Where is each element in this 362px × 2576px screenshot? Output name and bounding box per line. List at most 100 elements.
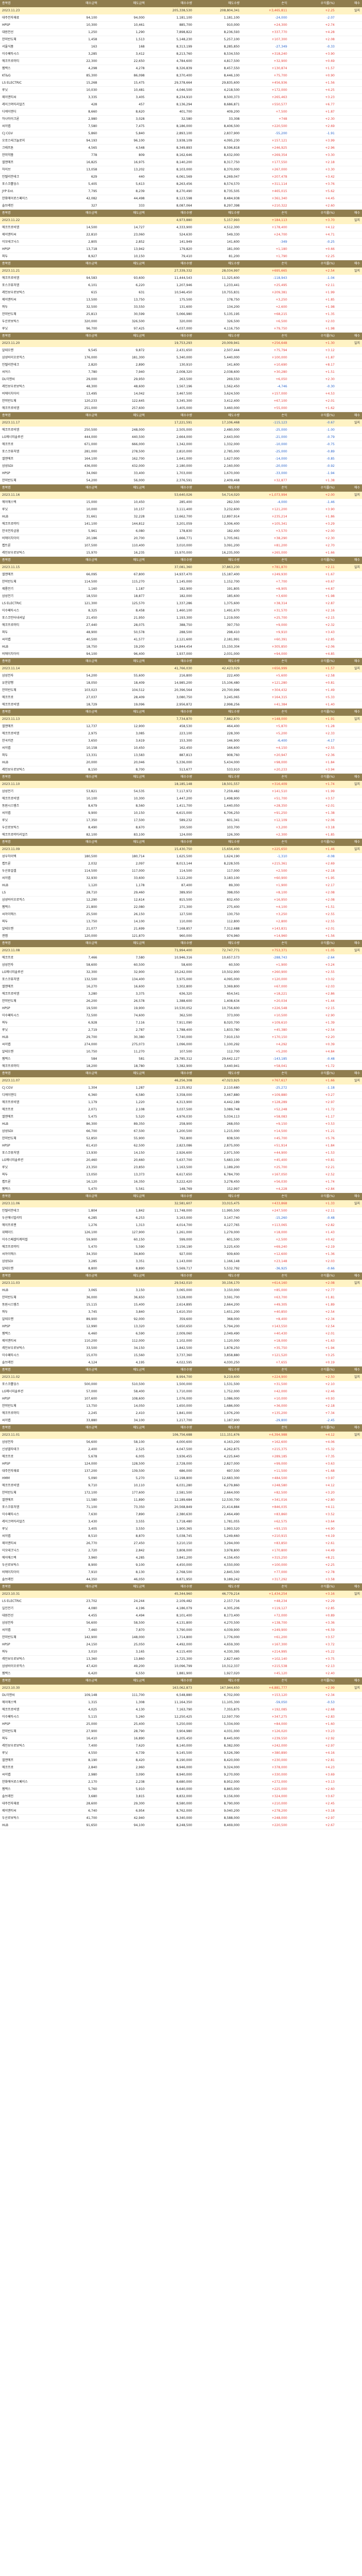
trade-row[interactable]: 대원전선 4,455 4,494 8,101,400 8,173,400 +72,000 +… bbox=[0, 1612, 362, 1620]
trade-row[interactable]: 레인보우로보틱스 7,400 7,620 8,140,000 8,382,000 +242… bbox=[0, 1742, 362, 1750]
trade-row[interactable]: 한국전자금융 5,961 6,080 178,830 182,400 +3,570 +2.0… bbox=[0, 528, 362, 535]
trade-row[interactable]: HPSP 19,500 19,900 10,530,052 10,756,600 +226… bbox=[0, 1005, 362, 1012]
trade-row[interactable]: 엘앤에프 5,475 5,520 4,976,030 5,034,113 +58,083 +… bbox=[0, 1113, 362, 1121]
day-summary-row[interactable]: 2023.11.09 15,430,750 15,656,400 +225,650 +1… bbox=[0, 846, 362, 853]
trade-row[interactable]: 에코프로 2,840 2,960 8,946,000 9,324,000 +378,000… bbox=[0, 1764, 362, 1771]
trade-row[interactable]: 파두 8,927 10,150 79,410 81,200 +1,790 +2.25 bbox=[0, 253, 362, 260]
trade-row[interactable]: 에코프로비엠 2,975 3,085 223,100 228,300 +5,200 +2.3… bbox=[0, 730, 362, 737]
day-summary-row[interactable]: 2023.11.08 71,994,400 72,747,771 +753,371 +1… bbox=[0, 947, 362, 954]
trade-row[interactable]: HPSP 25,000 25,400 5,250,000 5,334,000 +84,00… bbox=[0, 1721, 362, 1728]
trade-row[interactable]: 레인보우로보틱스 13,360 13,860 2,725,300 2,827,440 +1… bbox=[0, 1656, 362, 1663]
trade-row[interactable]: 한미반도체 27,900 28,790 3,904,980 4,031,000 +126,… bbox=[0, 1728, 362, 1735]
trade-row[interactable]: 이오테크닉스 2,720 2,842 3,808,000 3,978,800 +170,8… bbox=[0, 1547, 362, 1554]
trade-row[interactable]: 알테오젠 21,077 21,699 7,168,857 7,312,688 +143,8… bbox=[0, 925, 362, 933]
trade-row[interactable]: 하나마이크론 2,980 3,028 32,580 33,308 +748 +2.30 bbox=[0, 116, 362, 123]
trade-row[interactable]: 레인보우로보틱스 48,300 48,600 1,567,196 1,562,450 -4… bbox=[0, 383, 362, 390]
journal-link[interactable]: 일지 bbox=[337, 947, 362, 954]
trade-row[interactable]: 제이앤티씨 110,200 112,000 1,102,000 1,120,000 +18… bbox=[0, 1338, 362, 1345]
trade-row[interactable]: 이수페타시스 15,070 15,560 3,737,360 3,858,880 +121… bbox=[0, 1352, 362, 1359]
trade-row[interactable]: HPSP 124,000 128,500 2,728,000 2,827,000 +99,… bbox=[0, 1460, 362, 1468]
trade-row[interactable]: 에코프로 5,678 6,005 3,936,455 4,225,640 +289,185… bbox=[0, 1453, 362, 1460]
trade-row[interactable]: 씨이랩 2,980 3,090 8,940,000 9,270,000 +330,000 +… bbox=[0, 1771, 362, 1779]
trade-row[interactable]: 포스코퓨처엠 13,930 14,150 2,926,600 2,971,500 +44,… bbox=[0, 1150, 362, 1157]
trade-row[interactable]: 펩트론 16,120 16,350 3,222,420 3,278,450 +56,030… bbox=[0, 1179, 362, 1186]
trade-row[interactable]: 이수페타시스 8,325 8,458 1,460,100 1,491,670 +31,57… bbox=[0, 607, 362, 615]
day-summary-row[interactable]: 2023.11.23 205,338,530 208,804,341 +3,465,8… bbox=[0, 7, 362, 14]
trade-row[interactable]: 알테오젠 10,750 11,270 107,500 112,700 +5,200 +4.8… bbox=[0, 1048, 362, 1056]
trade-row[interactable]: 루닛 10,000 10,157 3,111,400 3,232,600 +121,200… bbox=[0, 506, 362, 513]
trade-row[interactable]: 이수페타시스 3,285 3,412 8,213,760 8,534,550 +318,2… bbox=[0, 51, 362, 58]
trade-row[interactable]: 성우하이텍 180,500 180,714 1,625,500 1,624,190 -1,… bbox=[0, 853, 362, 860]
trade-row[interactable]: 동원시스템즈 8,679 8,560 1,411,700 1,440,050 +28,35… bbox=[0, 803, 362, 810]
trade-row[interactable]: 엘앤에프 16,825 16,975 8,140,200 8,317,750 +177,5… bbox=[0, 159, 362, 166]
trade-row[interactable]: 한미반도체 142,900 148,000 1,714,800 1,776,000 +61… bbox=[0, 1634, 362, 1641]
day-summary-row[interactable]: 2023.11.13 7,734,870 7,882,870 +148,000 +1.9… bbox=[0, 716, 362, 723]
trade-row[interactable]: 한화에어로스페이스 42,082 44,498 8,123,598 8,484,938 +… bbox=[0, 195, 362, 202]
trade-row[interactable]: 에코프로 27,037 28,409 3,080,750 3,245,065 +164,3… bbox=[0, 694, 362, 701]
trade-row[interactable]: 젬백스 584 581 29,785,312 29,642,127 -143,185 -0.… bbox=[0, 1056, 362, 1063]
trade-row[interactable]: HPSP 10,300 10,461 885,700 910,000 +24,300 +2.… bbox=[0, 22, 362, 29]
journal-link[interactable]: 일지 bbox=[337, 564, 362, 571]
trade-row[interactable]: 오로스테크놀로지 94,193 96,100 3,938,109 4,095,230 +1… bbox=[0, 137, 362, 145]
day-summary-row[interactable]: 2023.10.31 45,344,960 46,779,214 +1,434,254… bbox=[0, 1591, 362, 1598]
trade-row[interactable]: 에코프로 671,000 666,000 1,342,000 1,332,000 -10,… bbox=[0, 441, 362, 448]
trade-row[interactable]: 한국카본 3,650 3,619 153,300 146,900 -6,400 -4.17 bbox=[0, 737, 362, 745]
trade-row[interactable]: 삼성전자 54,200 55,600 216,800 222,400 +5,600 +2.5… bbox=[0, 672, 362, 680]
trade-row[interactable]: 이수페타시스 72,500 74,600 362,500 373,000 +10,500 +… bbox=[0, 1012, 362, 1019]
trade-row[interactable]: 젬백스 5,470 5,561 148,769 152,997 +4,228 +2.84 bbox=[0, 1186, 362, 1193]
trade-row[interactable]: LG에너지솔루션 20,460 20,660 5,637,700 5,683,100 +4… bbox=[0, 1157, 362, 1164]
trade-row[interactable]: 젬백스 21,800 22,080 271,300 275,400 +4,100 +1.51 bbox=[0, 904, 362, 911]
trade-row[interactable]: HLB 20,000 20,046 5,336,000 5,434,000 +98,000… bbox=[0, 759, 362, 766]
trade-row[interactable]: 두산로보틱스 41,700 42,940 8,340,000 8,588,000 +248… bbox=[0, 1815, 362, 1822]
trade-row[interactable]: 파두 48,900 50,578 288,500 298,410 +9,910 +3.43 bbox=[0, 629, 362, 636]
trade-row[interactable]: 에코프로비엠 4,025 4,130 7,163,790 7,355,875 +192,0… bbox=[0, 1706, 362, 1714]
day-summary-row[interactable]: 2023.11.06 32,581,607 33,015,475 +433,868 +1… bbox=[0, 1200, 362, 1207]
trade-row[interactable]: 씨아이에스 34,350 34,800 927,000 939,600 +12,600 +1… bbox=[0, 1251, 362, 1258]
trade-row[interactable]: 루닛 4,550 4,739 9,145,500 9,526,390 +380,890 +4… bbox=[0, 1750, 362, 1757]
trade-row[interactable]: 엘앤에프 16,270 16,600 3,302,800 3,369,800 +67,00… bbox=[0, 983, 362, 991]
trade-row[interactable]: 포스코홀딩스 5,405 5,613 8,263,456 8,574,570 +311,1… bbox=[0, 181, 362, 188]
trade-row[interactable]: 포스코퓨처엠 281,000 278,500 2,810,000 2,785,000 -2… bbox=[0, 448, 362, 455]
trade-row[interactable]: 알테오젠 9,545 9,872 2,431,650 2,507,444 +75,794 +… bbox=[0, 347, 362, 354]
trade-row[interactable]: 삼성바이오로직스 47,420 49,200 10,096,799 10,312,337… bbox=[0, 1663, 362, 1670]
trade-row[interactable]: 한미반도체 103,023 104,512 20,396,564 20,700,996 +… bbox=[0, 687, 362, 694]
trade-row[interactable]: 솔브레인 44,350 46,050 8,871,950 9,189,242 +317,2… bbox=[0, 1576, 362, 1583]
journal-link[interactable]: 일지 bbox=[337, 268, 362, 275]
day-summary-row[interactable]: 2023.11.02 8,994,700 9,219,600 +224,900 +2.5… bbox=[0, 1374, 362, 1381]
day-summary-row[interactable]: 2023.11.10 18,185,148 18,501,557 +316,409 +1… bbox=[0, 781, 362, 788]
trade-row[interactable]: DL이앤씨 29,000 29,950 263,500 269,550 +6,050 +2.… bbox=[0, 376, 362, 383]
journal-link[interactable]: 일지 bbox=[337, 1374, 362, 1381]
trade-row[interactable]: 엘앤에프 12,737 12,900 458,530 464,400 +5,870 +1.2… bbox=[0, 723, 362, 730]
trade-row[interactable]: 엘앤에프 8,190 8,420 8,190,000 8,420,000 +230,000… bbox=[0, 1757, 362, 1764]
trade-row[interactable]: 알테오젠 89,900 92,000 359,600 368,000 +8,400 +2.3… bbox=[0, 1316, 362, 1323]
trade-row[interactable]: HMM 5,090 5,270 12,198,800 12,683,300 +484,50… bbox=[0, 1475, 362, 1482]
trade-row[interactable]: 에코프로비엠 9,710 10,110 6,031,280 6,279,860 +248,… bbox=[0, 1482, 362, 1489]
day-summary-row[interactable]: 2023.11.03 29,542,010 30,156,170 +614,160 +2… bbox=[0, 1280, 362, 1287]
trade-row[interactable]: 에코프로머티 141,100 144,812 3,201,059 3,306,400 +1… bbox=[0, 521, 362, 528]
trade-row[interactable]: 씨어스 7,780 7,940 2,008,320 2,038,600 +30,280 +1… bbox=[0, 369, 362, 376]
trade-row[interactable]: 제룡전기 1,160 1,187 182,900 191,805 +8,905 +4.87 bbox=[0, 586, 362, 593]
trade-row[interactable]: 엘앤에프 66,095 67,800 14,937,470 15,187,400 +249… bbox=[0, 571, 362, 578]
trade-row[interactable]: 엔켐 120,000 121,870 960,000 974,960 +14,960 +1.… bbox=[0, 933, 362, 940]
trade-row[interactable]: 제이앤티씨 22,810 23,060 524,630 549,330 +24,700 +4… bbox=[0, 231, 362, 239]
trade-row[interactable]: 에이에스텍 1,315 1,308 11,164,350 11,105,300 -59,0… bbox=[0, 1699, 362, 1706]
trade-row[interactable]: 에코프로비엠 18,729 19,096 2,956,872 2,998,256 +41,… bbox=[0, 701, 362, 709]
trade-row[interactable]: HLB 86,300 89,350 258,900 268,050 +9,150 +3.53 bbox=[0, 1121, 362, 1128]
trade-row[interactable]: 에코프로머티 18,200 18,780 3,382,900 3,440,941 +58,… bbox=[0, 1063, 362, 1070]
trade-row[interactable]: JYP Ent. 7,795 8,239 8,270,490 8,735,505 +465… bbox=[0, 188, 362, 195]
trade-row[interactable]: 씨이랩 33,880 34,100 1,217,700 1,187,900 -29,800… bbox=[0, 1417, 362, 1424]
trade-row[interactable]: DL이앤씨 109,148 111,700 6,548,880 6,702,000 +15… bbox=[0, 1692, 362, 1699]
journal-link[interactable]: 일지 bbox=[337, 665, 362, 672]
journal-link[interactable]: 일지 bbox=[337, 1200, 362, 1207]
trade-row[interactable]: 레인보우로보틱스 8,150 8,700 513,677 533,910 +20,233 +… bbox=[0, 766, 362, 774]
trade-row[interactable]: 삼성SDI 3,285 3,351 1,143,000 1,166,148 +23,148… bbox=[0, 1258, 362, 1265]
trade-row[interactable]: 파두 32,500 33,550 131,600 134,200 +2,600 +1.98 bbox=[0, 304, 362, 311]
trade-row[interactable]: 삼성바이오로직스 12,290 12,614 815,500 832,450 +16,95… bbox=[0, 897, 362, 904]
trade-row[interactable]: 젬백스 5,760 5,910 8,640,000 8,865,000 +225,000 +… bbox=[0, 1786, 362, 1793]
trade-row[interactable]: 삼성전기 18,550 18,877 182,000 185,600 +3,600 +1.9… bbox=[0, 593, 362, 600]
trade-row[interactable]: 파두 3,010 3,165 4,115,400 4,330,395 +214,995 +5… bbox=[0, 1648, 362, 1656]
trade-row[interactable]: 씨이랩 40,500 41,577 2,121,600 2,181,991 +60,391… bbox=[0, 636, 362, 643]
trade-row[interactable]: LG에너지솔루션 32,300 32,900 10,242,000 10,502,900… bbox=[0, 969, 362, 976]
trade-row[interactable]: 에이에스텍 3,960 4,285 3,841,200 4,156,450 +315,25… bbox=[0, 1554, 362, 1562]
trade-row[interactable]: 인텔리안테크 2,820 2,890 130,910 141,600 +10,690 +8.… bbox=[0, 362, 362, 369]
